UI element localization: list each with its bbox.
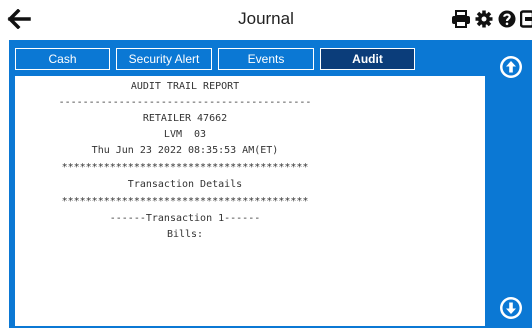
print-button[interactable] [451,9,471,29]
report-line: Transaction Details [127,179,243,190]
scroll-down-button[interactable] [498,295,524,321]
exit-button[interactable] [520,9,532,29]
tab-security-alert[interactable]: Security Alert [116,48,212,70]
report-line: Thu Jun 23 2022 08:35:53 AM(ET) [91,145,279,156]
report-line: ****************************************… [61,162,309,173]
arrow-down-circle-icon [500,297,522,319]
settings-button[interactable] [474,9,494,29]
tab-events[interactable]: Events [218,48,314,70]
back-button[interactable] [4,6,34,32]
printer-icon [452,10,470,28]
report-line: RETAILER 47662 [142,113,228,124]
report-line: ------Transaction 1------ [109,213,261,224]
top-bar: Journal [0,0,532,38]
help-icon [498,10,516,28]
report-line: Bills: [166,229,204,240]
report-line: ****************************************… [61,196,309,207]
arrow-up-circle-icon [500,56,522,78]
report-line: ----------------------------------------… [58,97,312,108]
exit-icon [520,10,532,28]
tab-bar: Cash Security Alert Events Audit [15,48,415,70]
report-line: LVM 03 [163,129,207,140]
toolbar-icons [451,8,532,30]
journal-panel: Cash Security Alert Events Audit AUDIT T… [9,40,532,328]
report-viewer[interactable]: AUDIT TRAIL REPORT ---------------------… [15,76,485,326]
arrow-left-icon [7,9,31,29]
gear-icon [475,10,493,28]
scroll-up-button[interactable] [498,54,524,80]
report-line: AUDIT TRAIL REPORT [130,81,240,92]
tab-cash[interactable]: Cash [15,48,110,70]
help-button[interactable] [497,9,517,29]
tab-audit[interactable]: Audit [320,48,415,70]
